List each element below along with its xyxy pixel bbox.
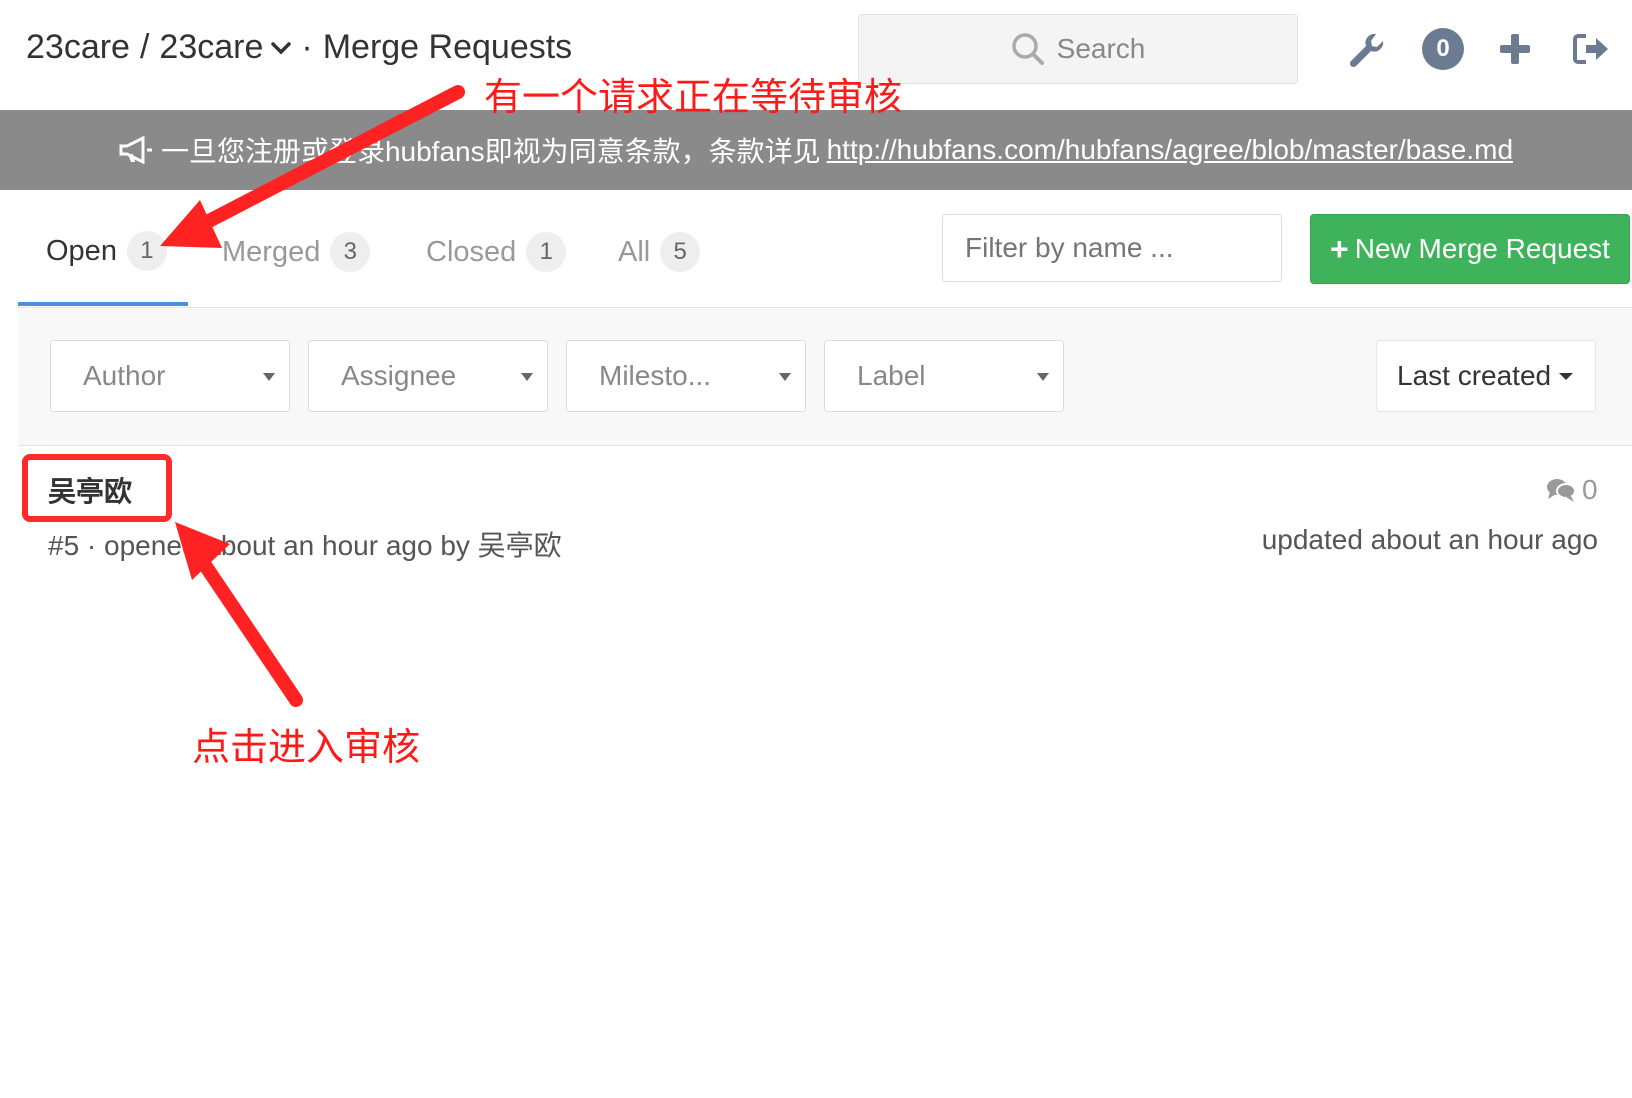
assignee-dropdown[interactable]: Assignee — [308, 340, 548, 412]
page-breadcrumb: 23care / 23care · Merge Requests — [26, 28, 572, 67]
todo-count-badge[interactable]: 0 — [1422, 28, 1464, 70]
merge-request-meta: #5 · opened about an hour ago by 吴亭欧 — [48, 530, 562, 561]
sign-out-icon[interactable] — [1572, 32, 1610, 66]
comments-icon — [1547, 479, 1576, 502]
milestone-dropdown[interactable]: Milesto... — [566, 340, 806, 412]
label-dropdown-label: Label — [857, 360, 926, 391]
new-merge-request-label: New Merge Request — [1354, 233, 1610, 264]
tab-open-count: 1 — [126, 231, 167, 271]
plus-icon[interactable] — [1498, 32, 1532, 66]
terms-link[interactable]: http://hubfans.com/hubfans/agree/blob/ma… — [827, 134, 1513, 166]
author-dropdown-label: Author — [83, 360, 166, 391]
banner-text: 一旦您注册或登录hubfans即视为同意条款，条款详见 — [160, 136, 821, 167]
comments-count[interactable]: 0 — [1546, 474, 1598, 506]
tab-closed-count: 1 — [526, 232, 567, 272]
breadcrumb-project[interactable]: 23care — [159, 28, 263, 67]
tab-merged-count: 3 — [330, 232, 371, 272]
terms-banner: 一旦您注册或登录hubfans即视为同意条款，条款详见 http://hubfa… — [0, 110, 1632, 190]
caret-down-icon — [1037, 373, 1049, 381]
search-box[interactable]: Search — [858, 14, 1298, 84]
annotation-top-text: 有一个请求正在等待审核 — [484, 77, 903, 119]
annotation-highlight-box — [22, 454, 172, 522]
author-dropdown[interactable]: Author — [50, 340, 290, 412]
tab-all-label: All — [618, 235, 651, 268]
tab-all[interactable]: All 5 — [618, 200, 701, 304]
breadcrumb-dot: · — [301, 28, 313, 66]
breadcrumb-group[interactable]: 23care — [26, 28, 130, 67]
search-placeholder: Search — [1056, 33, 1146, 64]
tab-open[interactable]: Open 1 — [18, 200, 188, 306]
annotation-arrow-bottom — [181, 533, 303, 707]
new-merge-request-button[interactable]: + New Merge Request — [1310, 214, 1630, 284]
wrench-icon[interactable] — [1346, 30, 1386, 70]
merge-request-updated: updated about an hour ago — [1261, 524, 1598, 555]
caret-down-icon — [1559, 372, 1574, 380]
filter-bar: Author Assignee Milesto... Label Last cr… — [18, 309, 1632, 446]
tab-merged[interactable]: Merged 3 — [222, 200, 371, 304]
tab-open-label: Open — [46, 234, 117, 267]
tab-all-count: 5 — [660, 232, 701, 272]
annotation-bottom-text: 点击进入审核 — [192, 727, 421, 769]
caret-down-icon — [521, 373, 533, 381]
sort-dropdown[interactable]: Last created — [1376, 340, 1596, 412]
caret-down-icon — [779, 373, 791, 381]
label-dropdown[interactable]: Label — [824, 340, 1064, 412]
tab-closed-label: Closed — [426, 235, 517, 268]
chevron-down-icon[interactable] — [271, 41, 292, 55]
breadcrumb-separator: / — [139, 28, 150, 66]
tab-closed[interactable]: Closed 1 — [426, 200, 567, 304]
assignee-dropdown-label: Assignee — [341, 360, 457, 391]
page-title: Merge Requests — [322, 28, 573, 66]
caret-down-icon — [263, 373, 275, 381]
bullhorn-icon — [119, 136, 152, 164]
sort-dropdown-label: Last created — [1397, 360, 1552, 391]
tab-merged-label: Merged — [222, 235, 321, 268]
milestone-dropdown-label: Milesto... — [599, 360, 712, 391]
filter-by-name-input[interactable] — [942, 214, 1282, 282]
search-icon — [1011, 33, 1044, 65]
comments-count-value: 0 — [1582, 474, 1598, 505]
plus-icon: + — [1330, 230, 1349, 267]
